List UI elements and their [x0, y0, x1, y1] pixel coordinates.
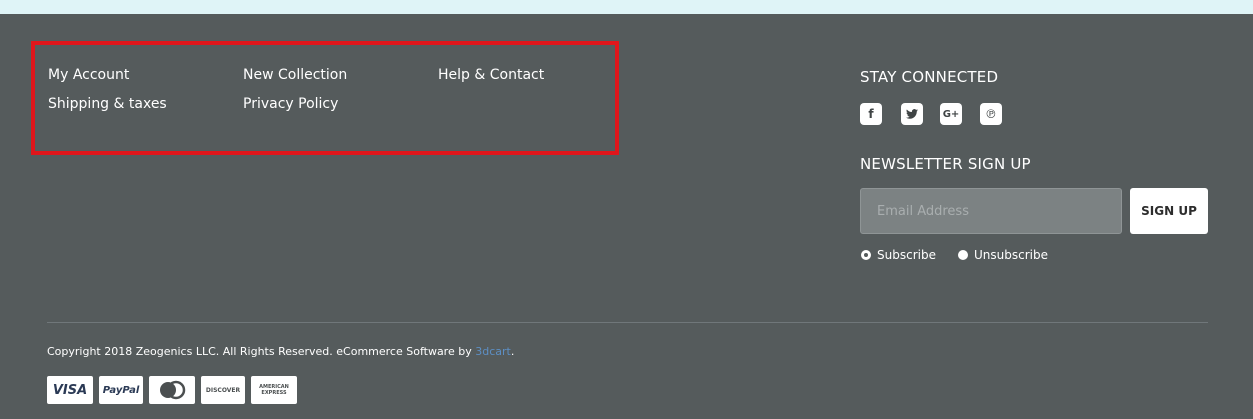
footer-link-privacy-policy[interactable]: Privacy Policy — [243, 96, 338, 112]
copyright-suffix: . — [510, 345, 515, 358]
footer-link-shipping-taxes[interactable]: Shipping & taxes — [48, 96, 167, 112]
unsubscribe-option[interactable]: Unsubscribe — [958, 248, 1048, 262]
visa-card-icon: VISA — [47, 376, 93, 404]
newsletter-heading: NEWSLETTER SIGN UP — [860, 155, 1031, 173]
copyright-main: Copyright 2018 Zeogenics LLC. All Rights… — [47, 345, 476, 358]
mastercard-card-icon — [149, 376, 195, 404]
subscribe-label: Subscribe — [877, 248, 936, 262]
footer-link-help-contact[interactable]: Help & Contact — [438, 67, 544, 83]
twitter-icon[interactable] — [901, 103, 923, 125]
copyright-text: Copyright 2018 Zeogenics LLC. All Rights… — [47, 345, 514, 358]
subscribe-radio[interactable] — [861, 250, 871, 260]
pinterest-icon[interactable]: ℗ — [980, 103, 1002, 125]
unsubscribe-radio[interactable] — [958, 250, 968, 260]
paypal-card-icon: PayPal — [99, 376, 143, 404]
footer-link-new-collection[interactable]: New Collection — [243, 67, 347, 83]
subscribe-option[interactable]: Subscribe — [861, 248, 936, 262]
footer-divider — [47, 322, 1208, 323]
amex-card-icon: AMERICAN EXPRESS — [251, 376, 297, 404]
stay-connected-heading: STAY CONNECTED — [860, 68, 999, 86]
footer-link-my-account[interactable]: My Account — [48, 67, 129, 83]
unsubscribe-label: Unsubscribe — [974, 248, 1048, 262]
facebook-icon[interactable]: f — [860, 103, 882, 125]
discover-card-icon: DISCOVER — [201, 376, 245, 404]
top-strip — [0, 0, 1253, 14]
sign-up-button[interactable]: SIGN UP — [1130, 188, 1208, 234]
email-field[interactable] — [860, 188, 1122, 234]
copyright-vendor-link[interactable]: 3dcart — [475, 345, 511, 358]
google-plus-icon[interactable]: G+ — [940, 103, 962, 125]
